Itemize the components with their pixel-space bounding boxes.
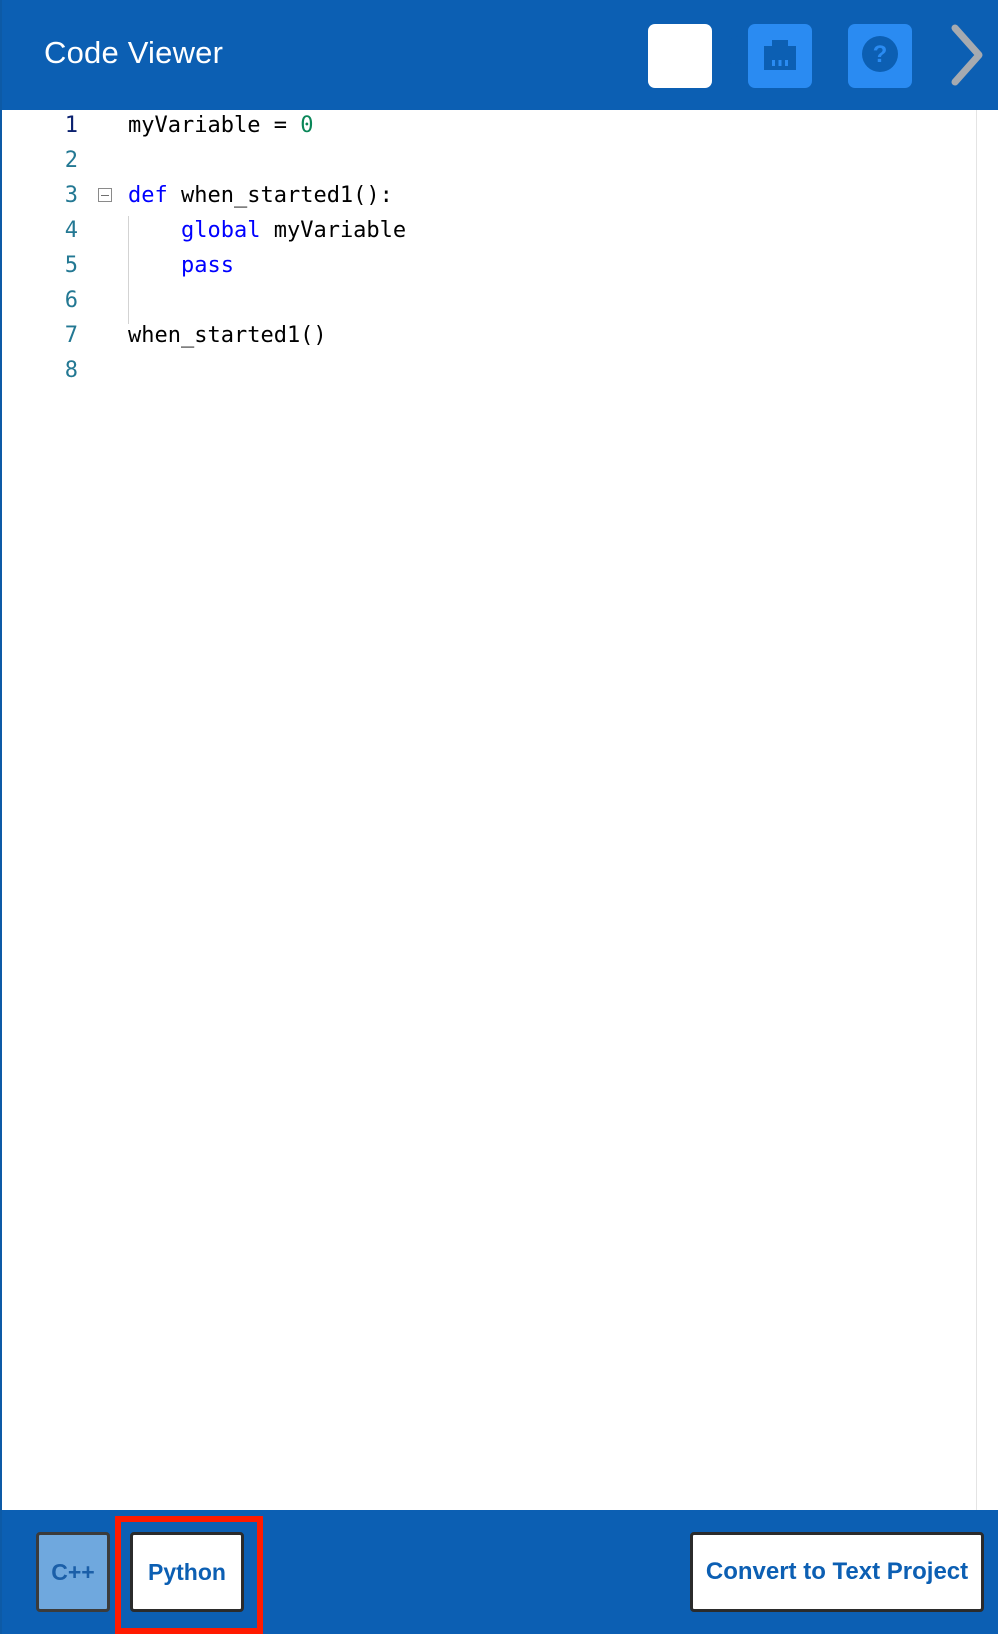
- code-token: when_started1(): [128, 323, 327, 348]
- line-number: 2: [64, 148, 78, 173]
- device-info-button[interactable]: [748, 24, 812, 88]
- line-number: 7: [64, 323, 78, 348]
- code-line[interactable]: 7 when_started1(): [2, 318, 976, 354]
- fold-toggle-icon[interactable]: [98, 188, 112, 202]
- line-number: 3: [64, 183, 78, 208]
- svg-text:?: ?: [873, 41, 888, 68]
- keyword-token: def: [128, 183, 168, 208]
- code-line[interactable]: 4 global myVariable: [2, 213, 976, 249]
- indent-guide: [128, 216, 129, 324]
- convert-to-text-project-button[interactable]: Convert to Text Project: [690, 1532, 984, 1612]
- header-bar: Code Viewer ?: [2, 0, 998, 110]
- editor-scrollbar[interactable]: [976, 110, 998, 1510]
- code-text: pass: [128, 248, 234, 284]
- line-number: 1: [64, 113, 78, 138]
- code-text: def when_started1():: [128, 178, 393, 214]
- code-line[interactable]: 2: [2, 143, 976, 179]
- code-line[interactable]: 3 def when_started1():: [2, 178, 976, 214]
- code-text: global myVariable: [128, 213, 406, 249]
- code-token: myVariable =: [128, 113, 301, 138]
- collapse-panel-button[interactable]: [942, 22, 992, 92]
- number-token: 0: [300, 113, 314, 138]
- line-number: 8: [64, 358, 78, 383]
- code-line[interactable]: 8: [2, 353, 976, 389]
- code-line[interactable]: 5 pass: [2, 248, 976, 284]
- code-line[interactable]: 6: [2, 283, 976, 319]
- code-editor[interactable]: 1 myVariable = 0 2 3 def when_started1(): 4 g…: [2, 110, 976, 1510]
- device-icon: [760, 34, 800, 79]
- code-token: when_started1():: [167, 183, 393, 208]
- footer-bar: C++ Python Convert to Text Project: [2, 1510, 998, 1634]
- line-number: 6: [64, 288, 78, 313]
- help-button[interactable]: ?: [848, 24, 912, 88]
- code-text: when_started1(): [128, 318, 327, 354]
- python-highlight-box: [115, 1516, 263, 1634]
- help-icon: ?: [860, 34, 900, 79]
- panel-title: Code Viewer: [44, 35, 224, 70]
- code-view-button[interactable]: [648, 24, 752, 88]
- code-brackets-icon: [605, 0, 755, 113]
- code-token: myVariable: [260, 218, 407, 243]
- cpp-language-button[interactable]: C++: [36, 1532, 110, 1612]
- line-number: 5: [64, 253, 78, 278]
- code-text: myVariable = 0: [128, 108, 313, 144]
- line-number: 4: [64, 218, 78, 243]
- keyword-token: pass: [180, 253, 234, 278]
- chevron-right-icon: [949, 24, 985, 91]
- keyword-token: global: [180, 218, 261, 243]
- code-line[interactable]: 1 myVariable = 0: [2, 108, 976, 144]
- code-viewer-panel: Code Viewer ? 1 myVariable = 0 2 3 def w…: [0, 0, 998, 1634]
